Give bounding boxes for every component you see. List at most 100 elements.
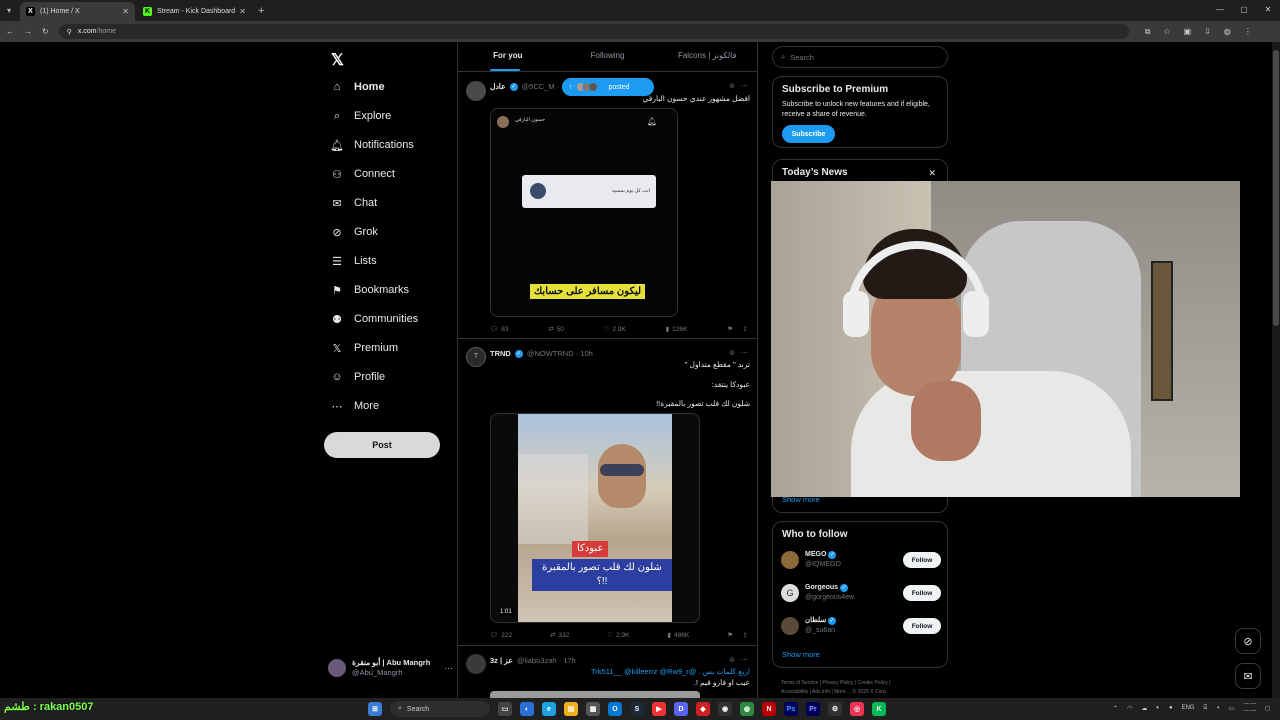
like-button[interactable]: ♡ 2.9K: [604, 325, 626, 334]
tweet[interactable]: عادل ✓ @5CC_M · 12 ⊘ ⋯ افضل مشهور عندي حس…: [458, 73, 758, 339]
extensions-icon[interactable]: ▣: [1184, 27, 1192, 37]
network-icon[interactable]: ⌸: [1204, 705, 1208, 712]
premiere-icon[interactable]: Pr: [806, 702, 820, 716]
share-icon[interactable]: ⇪: [743, 325, 748, 333]
settings-icon[interactable]: ⚙: [828, 702, 842, 716]
tweet-author-name[interactable]: 3z | عز: [490, 656, 513, 665]
battery-icon[interactable]: ▭: [1229, 705, 1235, 712]
grok-float-button[interactable]: ⊘: [1235, 628, 1261, 654]
nav-profile[interactable]: ☺ Profile: [330, 366, 385, 388]
youtube-icon[interactable]: ▶: [652, 702, 666, 716]
close-window-button[interactable]: ✕: [1256, 0, 1280, 21]
app-icon[interactable]: ◆: [696, 702, 710, 716]
follow-button[interactable]: Follow: [903, 618, 941, 634]
chevron-up-icon[interactable]: ⌃: [1113, 705, 1118, 712]
photoshop-icon[interactable]: Ps: [784, 702, 798, 716]
store-icon[interactable]: ▦: [586, 702, 600, 716]
new-posts-pill[interactable]: ↑ posted: [562, 78, 654, 96]
kick-icon[interactable]: K: [872, 702, 886, 716]
nav-lists[interactable]: ☰ Lists: [330, 250, 377, 272]
profile-icon[interactable]: ◍: [1224, 27, 1231, 37]
tab-following[interactable]: Following: [558, 42, 658, 71]
netflix-icon[interactable]: N: [762, 702, 776, 716]
tweet-video[interactable]: عبودكا شلون لك قلب تصور بالمقبرة !!؟ 1:0…: [490, 413, 700, 623]
follow-suggestion[interactable]: MEGO ✓ @IQMEGO Follow: [781, 547, 941, 573]
bookmark-icon[interactable]: ⚑: [727, 325, 733, 333]
download-icon[interactable]: ⇩: [1204, 27, 1211, 37]
more-icon[interactable]: ⋯: [741, 82, 748, 90]
nav-bookmarks[interactable]: ⚑ Bookmarks: [330, 279, 409, 301]
app-icon[interactable]: ◎: [850, 702, 864, 716]
follow-button[interactable]: Follow: [903, 585, 941, 601]
nav-grok[interactable]: ⊘ Grok: [330, 221, 377, 243]
tweet[interactable]: T TRND ✓ @NOWTRND · 10h ⊘ ⋯ ترند " مقطع م…: [458, 340, 758, 646]
tweet-handle[interactable]: @liabo3zah · 17h: [517, 656, 576, 665]
nav-notifications[interactable]: 🔔︎ Notifications: [330, 134, 414, 156]
footer-link[interactable]: More ...: [834, 689, 851, 695]
forward-icon[interactable]: →: [24, 27, 32, 36]
account-switcher[interactable]: أبو منقرة | Abu Mangrh @Abu_Mangrh ⋯: [328, 658, 453, 678]
steam-icon[interactable]: S: [630, 702, 644, 716]
cloud-icon[interactable]: ☁: [1141, 705, 1147, 712]
x-logo-icon[interactable]: 𝕏: [331, 50, 344, 70]
tab-search-icon[interactable]: ▾: [0, 0, 18, 21]
nav-communities[interactable]: ⚉ Communities: [330, 308, 418, 330]
bookmark-icon[interactable]: ⚑: [727, 631, 733, 639]
install-icon[interactable]: ⧉: [1145, 27, 1151, 37]
close-tab-icon[interactable]: ✕: [239, 7, 246, 16]
footer-link[interactable]: Accessibility: [781, 689, 808, 695]
tweet-author-name[interactable]: TRND: [490, 349, 511, 358]
views-button[interactable]: ▮ 486K: [667, 631, 689, 640]
footer-link[interactable]: Terms of Service: [781, 680, 818, 686]
nav-explore[interactable]: ⌕ Explore: [330, 105, 391, 127]
tweet-media[interactable]: [490, 691, 700, 698]
address-bar[interactable]: ⚲ x.com/home: [58, 24, 1129, 39]
follow-button[interactable]: Follow: [903, 552, 941, 568]
discord-icon[interactable]: D: [674, 702, 688, 716]
nav-connect[interactable]: ⚇ Connect: [330, 163, 395, 185]
speaker-icon[interactable]: ◖: [1216, 705, 1220, 711]
browser-tab-x[interactable]: X (1) Home / X ✕: [20, 2, 135, 21]
nav-more[interactable]: ⋯ More: [330, 395, 380, 417]
back-icon[interactable]: ←: [6, 27, 14, 36]
more-icon[interactable]: ⋯: [444, 663, 453, 674]
more-icon[interactable]: ⋯: [741, 349, 748, 357]
site-info-icon[interactable]: ⚲: [67, 28, 72, 36]
copilot-icon[interactable]: ◐: [520, 702, 534, 716]
repost-button[interactable]: ⇄ 332: [550, 631, 569, 640]
obs-icon[interactable]: ◉: [718, 702, 732, 716]
tweet-handle[interactable]: @NOWTRND · 10h: [527, 349, 593, 358]
edge-icon[interactable]: e: [542, 702, 556, 716]
clock[interactable]: — — — —: [1243, 701, 1256, 715]
post-button[interactable]: Post: [324, 432, 440, 458]
footer-link[interactable]: Ads info: [812, 689, 830, 695]
reply-button[interactable]: 💬︎ 222: [490, 631, 512, 640]
like-button[interactable]: ♡ 2.9K: [607, 631, 629, 640]
tweet-author-name[interactable]: عادل: [490, 82, 506, 91]
tweet-video[interactable]: حسون البارقي 🔔︎ انت كل يوم بمسيه ليكون م…: [490, 108, 678, 317]
new-tab-button[interactable]: +: [258, 2, 264, 21]
scroll-thumb[interactable]: [1273, 50, 1279, 326]
subscribe-button[interactable]: Subscribe: [782, 125, 835, 143]
footer-link[interactable]: Privacy Policy: [822, 680, 853, 686]
search-input[interactable]: ⌕ Search: [772, 46, 948, 68]
star-icon[interactable]: ☆: [1163, 27, 1170, 37]
close-tab-icon[interactable]: ✕: [122, 7, 129, 16]
reload-icon[interactable]: ↻: [42, 27, 49, 36]
who-to-follow-show-more[interactable]: Show more: [782, 650, 820, 659]
volume-icon[interactable]: 🔈︎: [1156, 705, 1160, 712]
views-button[interactable]: ▮ 126K: [666, 325, 688, 334]
task-view-icon[interactable]: ▭: [498, 702, 512, 716]
more-icon[interactable]: ⋯: [741, 656, 748, 664]
chrome-icon[interactable]: ◍: [740, 702, 754, 716]
share-icon[interactable]: ⇪: [743, 631, 748, 639]
tab-falcons[interactable]: Falcons | فالكونز: [657, 42, 757, 71]
tab-for-you[interactable]: For you: [458, 42, 558, 71]
wifi-icon[interactable]: ◠: [1127, 705, 1132, 712]
reply-button[interactable]: 💬︎ 83: [490, 325, 509, 334]
close-icon[interactable]: ✕: [928, 168, 936, 179]
mic-icon[interactable]: ●: [1169, 705, 1173, 711]
nav-chat[interactable]: ✉ Chat: [330, 192, 377, 214]
grok-icon[interactable]: ⊘: [729, 349, 735, 357]
browser-tab-kick[interactable]: K Stream - Kick Dashboard ✕: [137, 2, 252, 21]
